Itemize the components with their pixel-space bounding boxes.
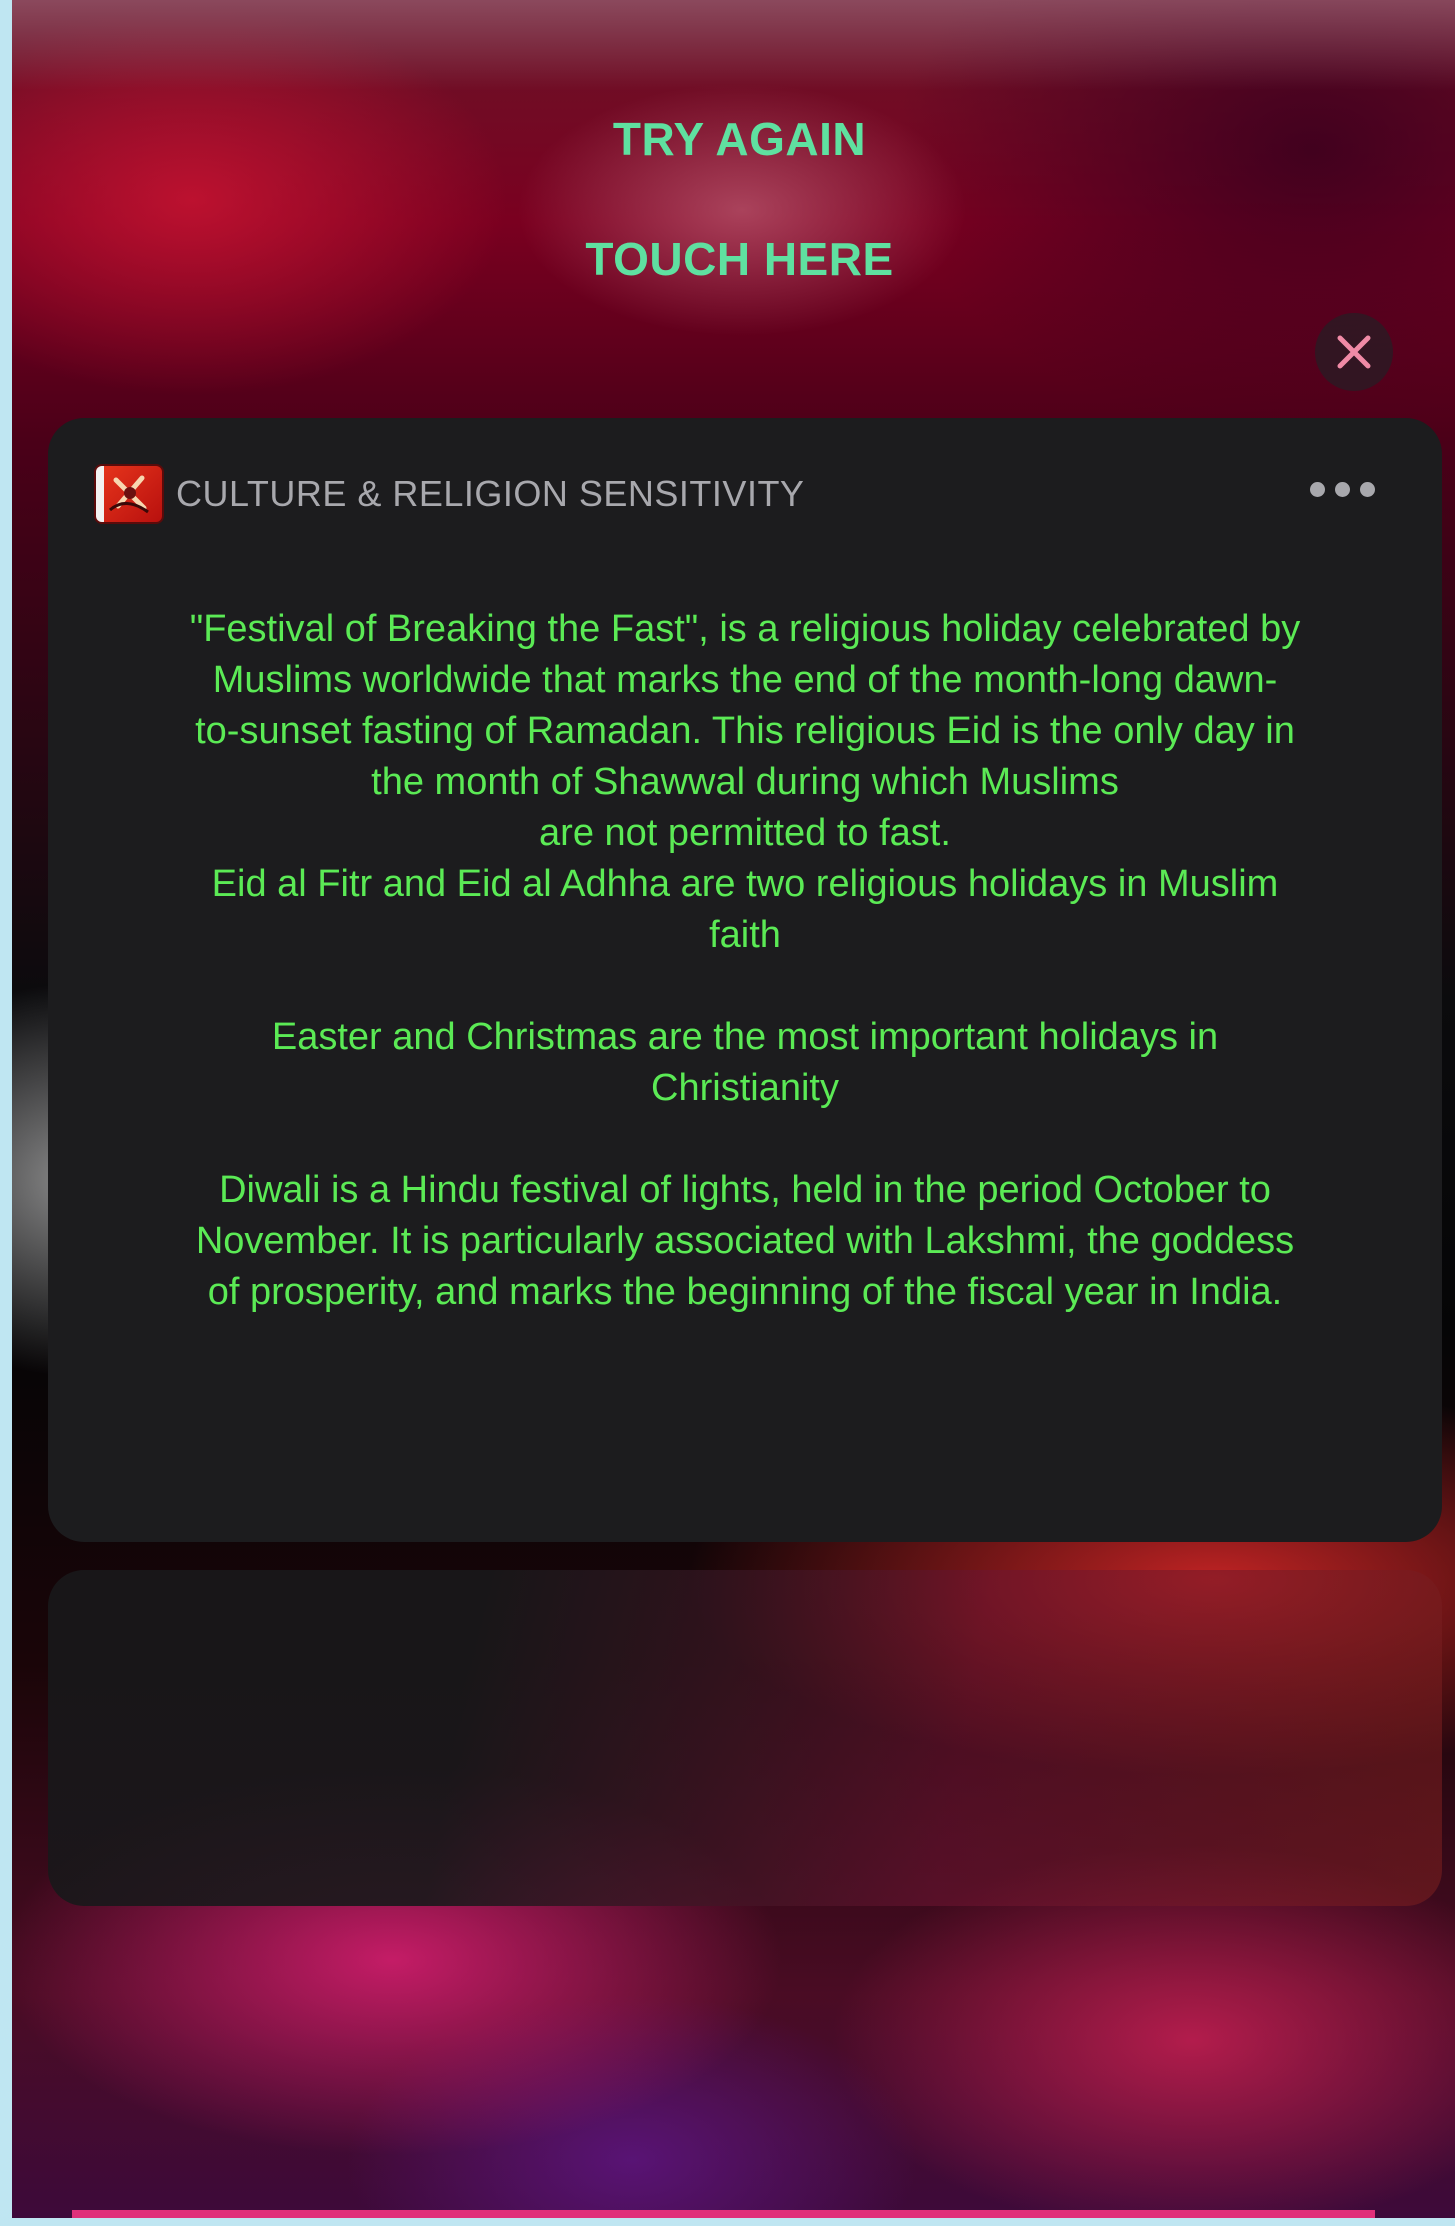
close-button[interactable] bbox=[1315, 313, 1393, 391]
ellipsis-icon-dot bbox=[1335, 482, 1350, 497]
try-again-link[interactable]: TRY AGAIN bbox=[12, 112, 1455, 166]
ellipsis-icon-dot bbox=[1310, 482, 1325, 497]
widget-title: CULTURE & RELIGION SENSITIVITY bbox=[176, 473, 805, 514]
screen-frame: TRY AGAIN TOUCH HERE CULTURE & RELIGION … bbox=[0, 0, 1455, 2226]
widget-header: CULTURE & RELIGION SENSITIVITY bbox=[94, 464, 804, 524]
bottom-indicator-strip bbox=[72, 2210, 1375, 2218]
more-options-button[interactable] bbox=[1310, 482, 1375, 497]
touch-here-link[interactable]: TOUCH HERE bbox=[12, 232, 1455, 286]
widget-card: CULTURE & RELIGION SENSITIVITY "Festival… bbox=[48, 418, 1442, 1542]
top-fade bbox=[12, 0, 1455, 90]
widget-body: "Festival of Breaking the Fast", is a re… bbox=[128, 604, 1362, 1318]
ellipsis-icon-dot bbox=[1360, 482, 1375, 497]
christianity-paragraph: Easter and Christmas are the most import… bbox=[271, 1016, 1219, 1109]
empty-widget-card bbox=[48, 1570, 1442, 1906]
close-icon bbox=[1337, 335, 1371, 369]
diwali-paragraph: Diwali is a Hindu festival of lights, he… bbox=[195, 1169, 1295, 1313]
eid-paragraph: "Festival of Breaking the Fast", is a re… bbox=[189, 608, 1301, 956]
culture-religion-app-icon bbox=[94, 464, 164, 524]
